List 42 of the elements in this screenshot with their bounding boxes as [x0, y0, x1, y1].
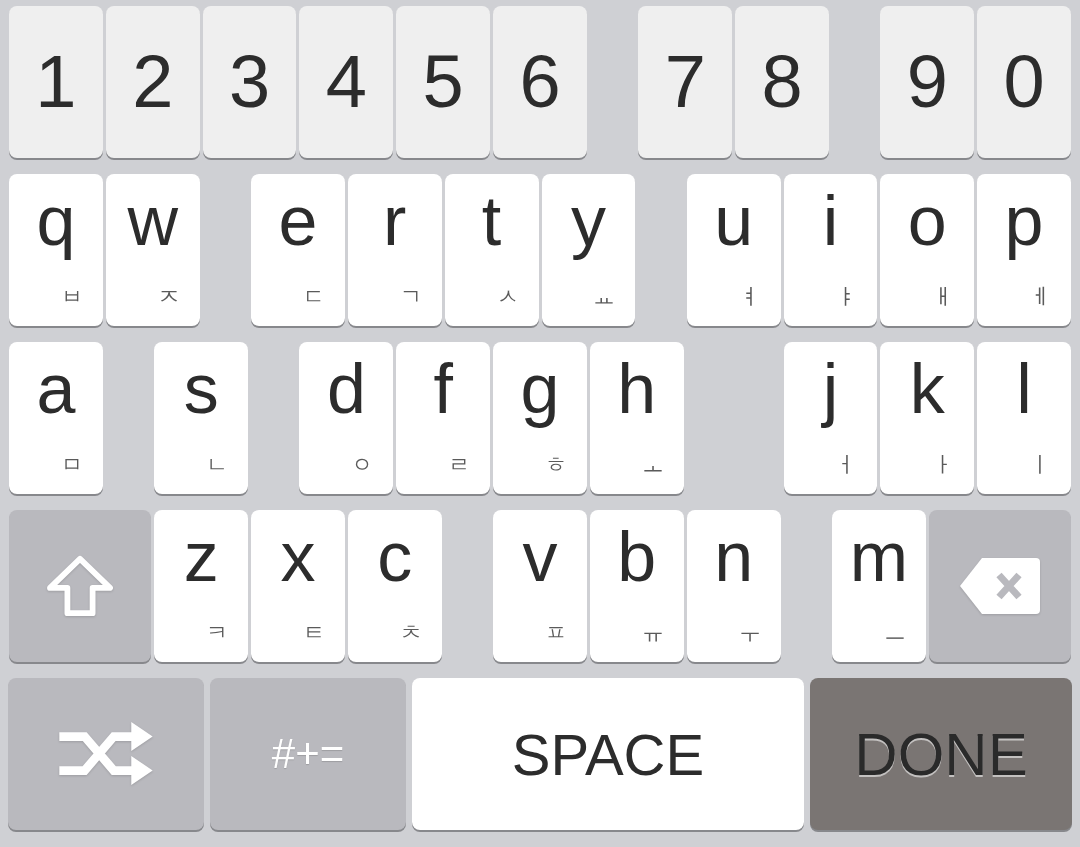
- letter-key[interactable]: d ㅇ: [299, 342, 394, 494]
- letter-key[interactable]: t ㅅ: [444, 174, 539, 326]
- letter-key[interactable]: x ㅌ: [251, 510, 345, 662]
- number-key[interactable]: 4: [299, 6, 394, 158]
- letter-key[interactable]: l ㅣ: [977, 342, 1071, 494]
- number-key[interactable]: 1: [9, 6, 103, 158]
- number-key[interactable]: 8: [735, 6, 829, 158]
- letter-key[interactable]: w ㅈ: [105, 174, 200, 326]
- number-key[interactable]: 0: [977, 6, 1071, 158]
- letter-key[interactable]: v ㅍ: [493, 510, 587, 662]
- letter-key[interactable]: p ㅔ: [977, 174, 1071, 326]
- letter-key[interactable]: q ㅂ: [9, 174, 103, 326]
- letter-key[interactable]: j ㅓ: [783, 342, 878, 494]
- number-key[interactable]: 6: [493, 6, 587, 158]
- letter-key[interactable]: h ㅗ: [589, 342, 684, 494]
- letter-key[interactable]: o ㅐ: [880, 174, 975, 326]
- letter-key[interactable]: k ㅏ: [880, 342, 975, 494]
- backspace-key[interactable]: [928, 510, 1071, 662]
- letter-key[interactable]: i ㅑ: [783, 174, 878, 326]
- letter-key[interactable]: m ㅡ: [831, 510, 926, 662]
- up-arrow-icon: [46, 555, 115, 617]
- number-key[interactable]: 9: [880, 6, 975, 158]
- letter-key[interactable]: f ㄹ: [396, 342, 491, 494]
- number-key[interactable]: 2: [105, 6, 200, 158]
- backspace-icon: [958, 556, 1041, 616]
- letter-key[interactable]: u ㅕ: [686, 174, 781, 326]
- letter-key[interactable]: s ㄴ: [154, 342, 249, 494]
- letter-key[interactable]: r ㄱ: [347, 174, 442, 326]
- letter-key[interactable]: n ㅜ: [686, 510, 781, 662]
- shift-key[interactable]: [9, 510, 152, 662]
- number-key[interactable]: 5: [396, 6, 491, 158]
- number-key[interactable]: 3: [202, 6, 297, 158]
- letter-key[interactable]: b ㅠ: [589, 510, 684, 662]
- letter-key[interactable]: e ㄷ: [251, 174, 345, 326]
- letter-key[interactable]: z ㅋ: [154, 510, 249, 662]
- letter-key[interactable]: a ㅁ: [9, 342, 103, 494]
- number-key[interactable]: 7: [638, 6, 733, 158]
- space-key[interactable]: SPACE: [412, 678, 804, 830]
- letter-key[interactable]: g ㅎ: [493, 342, 587, 494]
- shuffle-key[interactable]: [8, 678, 204, 830]
- letter-key[interactable]: c ㅊ: [347, 510, 442, 662]
- letter-key[interactable]: y ㅛ: [541, 174, 636, 326]
